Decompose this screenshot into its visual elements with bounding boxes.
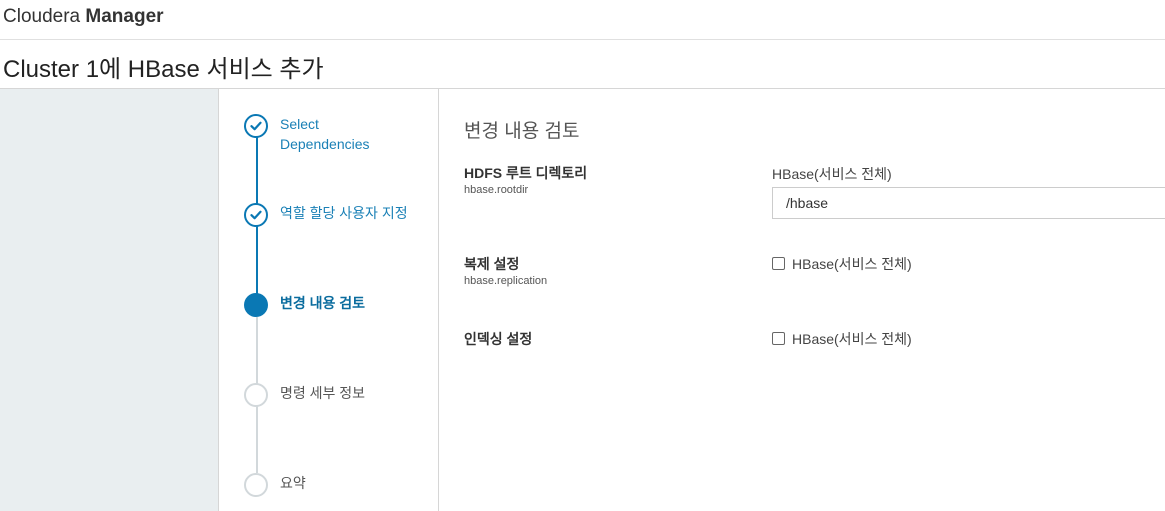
brand-name-bold: Manager: [85, 6, 164, 27]
step-summary[interactable]: 요약: [220, 473, 438, 497]
filled-circle-icon: [244, 293, 268, 317]
property-key: hbase.replication: [464, 275, 548, 287]
step-review-changes[interactable]: 변경 내용 검토: [220, 293, 438, 317]
checkbox-label: HBase(서비스 전체): [792, 331, 912, 347]
step-command-details[interactable]: 명령 세부 정보: [220, 383, 438, 407]
brand-logo[interactable]: Cloudera Manager: [3, 6, 164, 28]
scope-label: HBase(서비스 전체): [772, 166, 892, 182]
top-navbar: Cloudera Manager: [0, 0, 1165, 40]
property-name: 인덱싱 설정: [464, 331, 533, 347]
property-key: hbase.rootdir: [464, 184, 529, 196]
empty-circle-icon: [244, 473, 268, 497]
check-icon: [244, 114, 268, 138]
step-label: 요약: [280, 475, 306, 491]
step-label: 변경 내용 검토: [280, 295, 366, 311]
wizard-steps: Select Dependencies 역할 할당 사용자 지정 변경 내용 검…: [220, 89, 439, 511]
check-icon: [244, 203, 268, 227]
section-title: 변경 내용 검토: [464, 121, 580, 142]
step-label: Select Dependencies: [280, 116, 370, 152]
checkbox-label: HBase(서비스 전체): [792, 256, 912, 272]
property-name: 복제 설정: [464, 256, 520, 272]
left-gutter: [0, 89, 219, 511]
page-header: Cluster 1에 HBase 서비스 추가: [0, 40, 1165, 89]
empty-circle-icon: [244, 383, 268, 407]
review-changes-panel: 변경 내용 검토 HDFS 루트 디렉토리 hbase.rootdir HBas…: [440, 89, 1165, 511]
hdfs-root-directory-input[interactable]: [772, 187, 1165, 219]
brand-name-light: Cloudera: [3, 6, 81, 27]
step-select-dependencies[interactable]: Select Dependencies: [220, 114, 438, 158]
step-label: 역할 할당 사용자 지정: [280, 205, 408, 221]
step-custom-role-assignments[interactable]: 역할 할당 사용자 지정: [220, 203, 438, 247]
page-title: Cluster 1에 HBase 서비스 추가: [3, 56, 324, 83]
replication-checkbox[interactable]: [772, 257, 785, 270]
step-label: 명령 세부 정보: [280, 385, 366, 401]
property-name: HDFS 루트 디렉토리: [464, 165, 588, 181]
indexing-checkbox[interactable]: [772, 332, 785, 345]
